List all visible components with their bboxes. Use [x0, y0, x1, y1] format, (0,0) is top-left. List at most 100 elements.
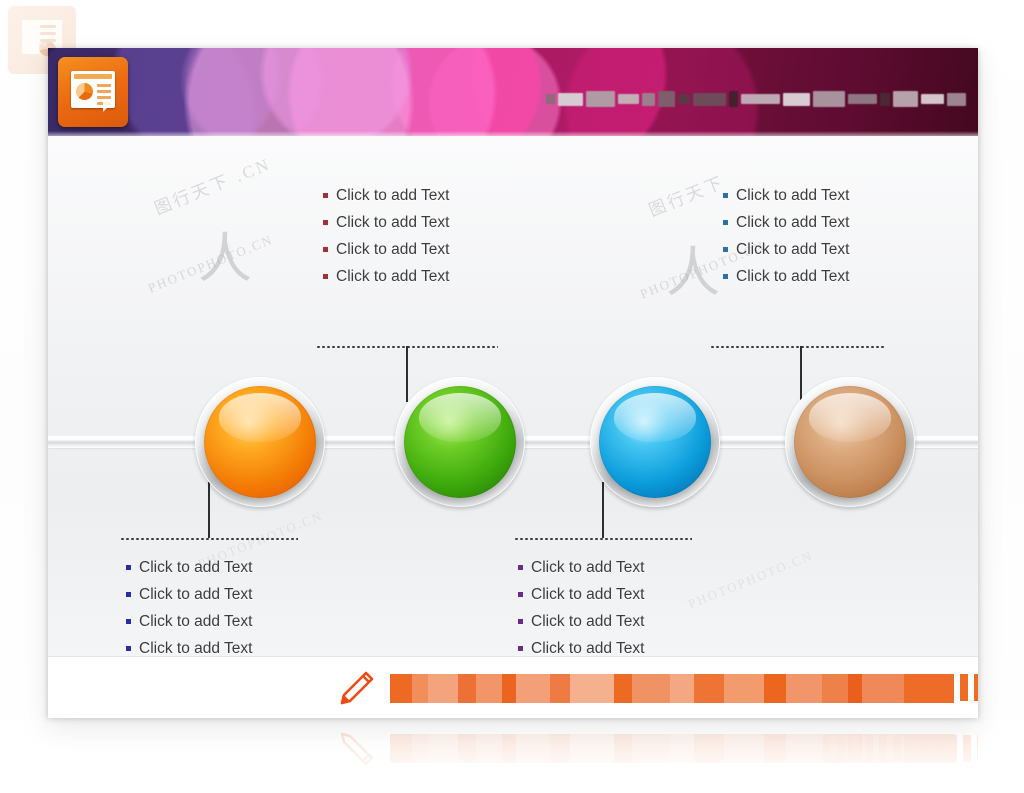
- footer-tick: [963, 735, 971, 762]
- bullet-text-placeholder[interactable]: Click to add Text: [336, 241, 449, 259]
- progress-redaction-block: [428, 674, 458, 703]
- title-redaction-block: [848, 94, 878, 104]
- progress-redaction-block: [476, 734, 502, 763]
- bullet-text-placeholder[interactable]: Click to add Text: [736, 187, 849, 205]
- green-sphere[interactable]: [404, 386, 516, 498]
- bullet-marker-icon: [723, 193, 728, 198]
- bullet-text-placeholder[interactable]: Click to add Text: [736, 268, 849, 286]
- progress-redaction-block: [428, 734, 458, 763]
- app-icon-line: [97, 90, 111, 93]
- bullet-marker-icon: [323, 247, 328, 252]
- bullet-group-top-right[interactable]: Click to add Text Click to add Text Click …: [723, 182, 953, 290]
- bronze-sphere[interactable]: [794, 386, 906, 498]
- bullet-row[interactable]: Click to add Text: [723, 236, 953, 263]
- progress-redaction-block: [476, 674, 502, 703]
- watermark-text-photo-left: PHOTOPHOTO.CN: [145, 231, 276, 296]
- progress-redaction-block: [724, 674, 764, 703]
- title-redaction-block: [658, 91, 676, 107]
- title-redaction-block: [782, 92, 810, 106]
- bullet-text-placeholder[interactable]: Click to add Text: [736, 214, 849, 232]
- progress-redaction-block: [390, 674, 412, 703]
- footer-tick: [977, 735, 978, 762]
- watermark-glyph: 人: [198, 229, 252, 289]
- bullet-row[interactable]: Click to add Text: [723, 263, 953, 290]
- bullet-text-placeholder[interactable]: Click to add Text: [139, 559, 252, 577]
- app-icon-pie-chart: [76, 83, 93, 100]
- progress-redaction-block: [848, 674, 862, 703]
- node-blue-sphere[interactable]: [590, 377, 720, 507]
- bullet-group-bottom-left[interactable]: Click to add Text Click to add Text Click …: [126, 554, 356, 662]
- bullet-text-placeholder[interactable]: Click to add Text: [139, 640, 252, 658]
- title-redaction-block: [728, 91, 739, 107]
- bullet-row[interactable]: Click to add Text: [323, 182, 553, 209]
- bullet-text-placeholder[interactable]: Click to add Text: [139, 613, 252, 631]
- bullet-row[interactable]: Click to add Text: [518, 581, 748, 608]
- watermark-line: [40, 39, 56, 42]
- powerpoint-document-icon[interactable]: [58, 57, 128, 127]
- bullet-row[interactable]: Click to add Text: [518, 554, 748, 581]
- bullet-text-placeholder[interactable]: Click to add Text: [336, 187, 449, 205]
- pen-icon[interactable]: [336, 669, 376, 707]
- bullet-row[interactable]: Click to add Text: [126, 554, 356, 581]
- slide-header-banner: [48, 48, 978, 136]
- bullet-text-placeholder[interactable]: Click to add Text: [531, 586, 644, 604]
- slide-canvas[interactable]: 图行天下 .CN 人 PHOTOPHOTO.CN 图行天下 人 PHOTOPHO…: [48, 48, 978, 718]
- title-redaction-block: [678, 94, 690, 104]
- title-redaction-block: [892, 91, 918, 107]
- title-redaction-block: [741, 94, 780, 104]
- connector-dotted-rule-blue: [514, 538, 692, 540]
- bullet-row[interactable]: Click to add Text: [126, 608, 356, 635]
- bullet-marker-icon: [323, 193, 328, 198]
- progress-redaction-block: [670, 674, 694, 703]
- watermark-line: [40, 32, 56, 35]
- title-redaction-block: [880, 92, 890, 106]
- node-orange-sphere[interactable]: [195, 377, 325, 507]
- progress-redaction-block: [614, 734, 632, 763]
- watermark-text-cn-mid: 图行天下: [646, 172, 728, 221]
- bullet-group-top-center-left[interactable]: Click to add Text Click to add Text Click …: [323, 182, 553, 290]
- connector-dotted-rule-orange: [120, 538, 298, 540]
- progress-redaction-block: [502, 674, 516, 703]
- bullet-row[interactable]: Click to add Text: [723, 209, 953, 236]
- bullet-group-bottom-center[interactable]: Click to add Text Click to add Text Click …: [518, 554, 748, 662]
- bullet-text-placeholder[interactable]: Click to add Text: [531, 559, 644, 577]
- bullet-text-placeholder[interactable]: Click to add Text: [139, 586, 252, 604]
- footer-tick: [921, 735, 929, 762]
- bullet-text-placeholder[interactable]: Click to add Text: [336, 214, 449, 232]
- bullet-row[interactable]: Click to add Text: [518, 608, 748, 635]
- footer-tick-marks: [960, 674, 978, 701]
- bullet-row[interactable]: Click to add Text: [323, 209, 553, 236]
- connector-dotted-rule-bronze: [710, 346, 886, 348]
- progress-redaction-block: [550, 674, 570, 703]
- node-green-sphere[interactable]: [395, 377, 525, 507]
- progress-redaction-block: [904, 674, 954, 703]
- bullet-marker-icon: [323, 274, 328, 279]
- app-icon-line: [97, 96, 111, 99]
- bullet-row[interactable]: Click to add Text: [723, 182, 953, 209]
- bullet-marker-icon: [323, 220, 328, 225]
- footer-progress-bar-wrap[interactable]: [390, 674, 978, 703]
- footer-progress-bar-redacted: [390, 674, 954, 703]
- progress-redaction-block: [786, 734, 822, 763]
- bullet-marker-icon: [518, 646, 523, 651]
- progress-redaction-block: [786, 674, 822, 703]
- bullet-text-placeholder[interactable]: Click to add Text: [531, 640, 644, 658]
- bullet-row[interactable]: Click to add Text: [323, 263, 553, 290]
- bullet-text-placeholder[interactable]: Click to add Text: [531, 613, 644, 631]
- bullet-row[interactable]: Click to add Text: [323, 236, 553, 263]
- title-redaction-block: [557, 92, 583, 106]
- bullet-text-placeholder[interactable]: Click to add Text: [736, 241, 849, 259]
- bullet-text-placeholder[interactable]: Click to add Text: [336, 268, 449, 286]
- watermark-line: [40, 25, 56, 28]
- bullet-marker-icon: [126, 592, 131, 597]
- blue-sphere[interactable]: [599, 386, 711, 498]
- progress-redaction-block: [502, 734, 516, 763]
- bullet-marker-icon: [518, 565, 523, 570]
- progress-redaction-block: [516, 734, 550, 763]
- watermark-glyph: 人: [666, 243, 720, 303]
- pen-icon-reflection: [340, 732, 374, 766]
- node-bronze-sphere[interactable]: [785, 377, 915, 507]
- progress-redaction-block: [458, 734, 476, 763]
- bullet-row[interactable]: Click to add Text: [126, 581, 356, 608]
- orange-sphere[interactable]: [204, 386, 316, 498]
